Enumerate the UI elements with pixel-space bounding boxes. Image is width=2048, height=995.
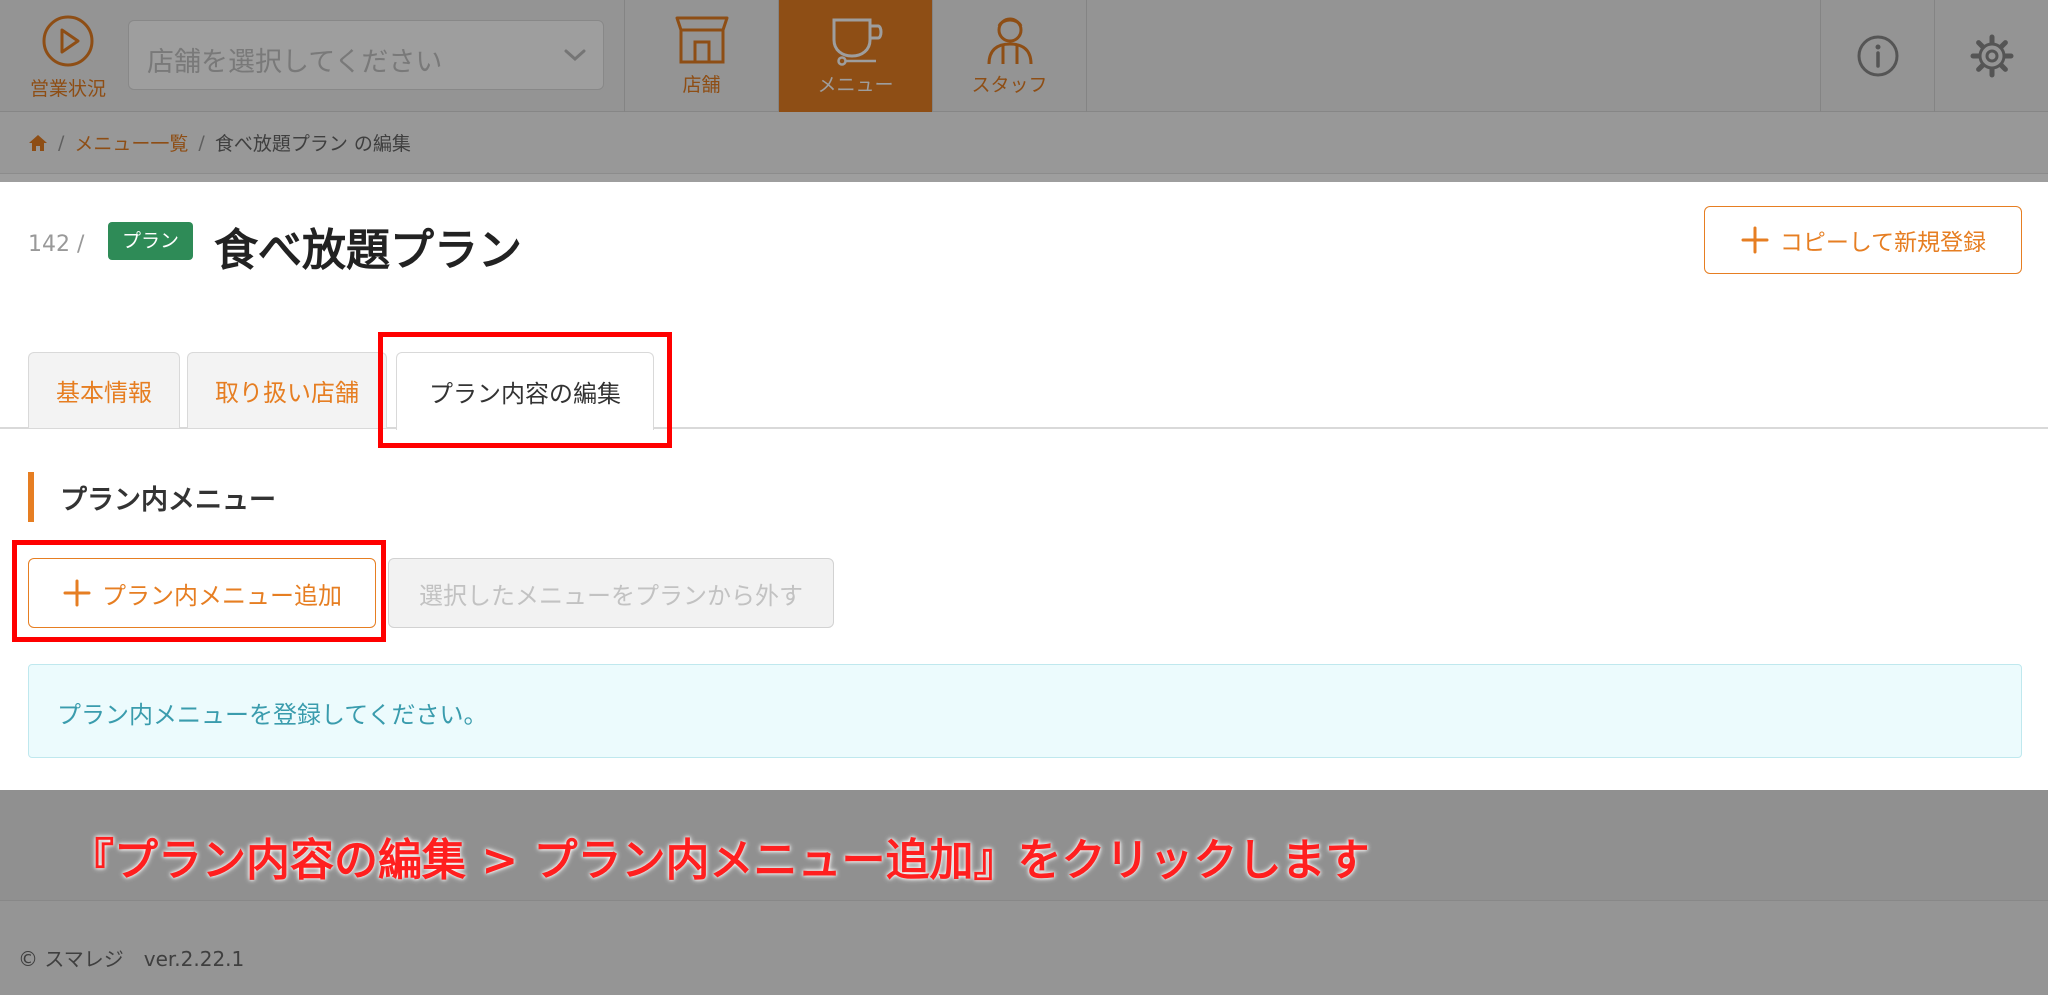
- instruction-caption: 『プラン内容の編集 > プラン内メニュー追加』をクリックします: [70, 835, 1370, 886]
- tab-stores[interactable]: 取り扱い店舗: [187, 352, 387, 428]
- dim-overlay-top: [0, 0, 2048, 182]
- copy-new-label: コピーして新規登録: [1779, 230, 1987, 256]
- plus-icon: [1741, 226, 1769, 254]
- section-title: プラン内メニュー: [60, 485, 276, 516]
- remove-selected-label: 選択したメニューをプランから外す: [419, 581, 803, 610]
- record-id: 142 /: [28, 232, 85, 257]
- section-accent-bar: [28, 472, 34, 522]
- tab-basic-info[interactable]: 基本情報: [28, 352, 180, 428]
- highlight-tab-box: [378, 332, 672, 448]
- tab-basic-info-label: 基本情報: [56, 379, 152, 407]
- empty-info-box: プラン内メニューを登録してください。: [28, 664, 2022, 758]
- dim-overlay-bottom: [0, 790, 2048, 995]
- empty-info-message: プラン内メニューを登録してください。: [57, 701, 488, 729]
- remove-selected-button[interactable]: 選択したメニューをプランから外す: [388, 558, 834, 628]
- page-title: 食べ放題プラン: [214, 225, 522, 276]
- copy-new-button[interactable]: コピーして新規登録: [1704, 206, 2022, 274]
- tab-stores-label: 取り扱い店舗: [215, 379, 359, 407]
- highlight-add-box: [12, 540, 386, 642]
- plan-badge: プラン: [108, 222, 194, 260]
